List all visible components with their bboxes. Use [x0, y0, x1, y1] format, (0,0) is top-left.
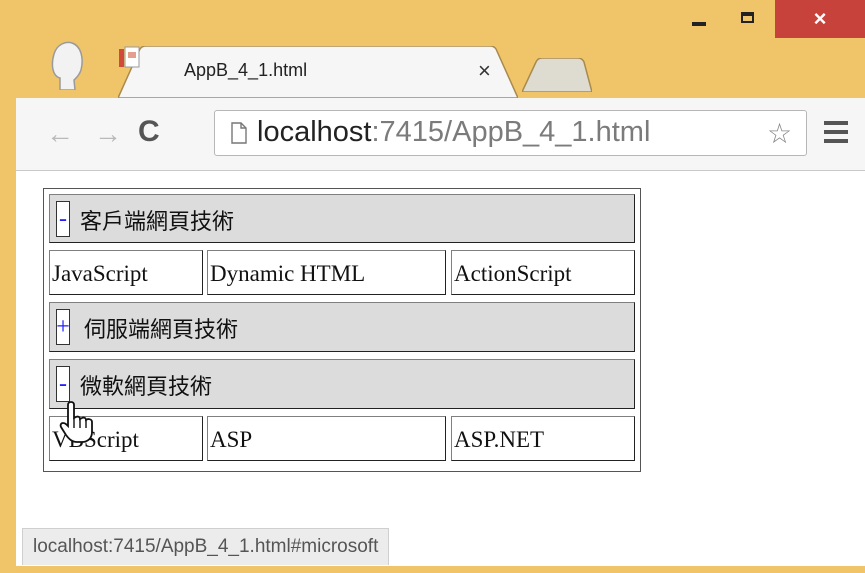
maximize-button[interactable] — [726, 0, 768, 34]
url-host: localhost — [257, 116, 372, 148]
group-header-microsoft: - 微軟網頁技術 — [49, 359, 635, 409]
browser-toolbar: ← → C localhost:7415/AppB_4_1.html ☆ — [16, 98, 865, 171]
group-title-server: 伺服端網頁技術 — [84, 318, 239, 343]
back-arrow-icon[interactable]: ← — [46, 118, 74, 150]
collapse-toggle-client[interactable]: - — [56, 201, 70, 237]
item-javascript: JavaScript — [52, 261, 148, 286]
item-dhtml: Dynamic HTML — [210, 261, 366, 286]
group-header-server: + 伺服端網頁技術 — [49, 302, 635, 352]
tab-active[interactable]: AppB_4_1.html × — [118, 46, 518, 98]
table-cell: ActionScript — [451, 250, 635, 295]
reload-icon[interactable]: C — [138, 115, 160, 149]
profile-avatar-icon[interactable] — [48, 40, 90, 90]
item-asp: ASP — [210, 427, 253, 452]
expand-toggle-server[interactable]: + — [56, 309, 70, 345]
maximize-icon — [740, 11, 754, 23]
forward-arrow-icon[interactable]: → — [94, 118, 122, 150]
table-cell: ASP — [207, 416, 446, 461]
menu-icon[interactable] — [824, 121, 848, 148]
item-aspnet: ASP.NET — [454, 427, 545, 452]
status-bar-url: localhost:7415/AppB_4_1.html#microsoft — [22, 528, 390, 565]
url-text[interactable]: localhost:7415/AppB_4_1.html — [257, 116, 650, 149]
tab-title: AppB_4_1.html — [184, 60, 308, 80]
item-actionscript: ActionScript — [454, 261, 572, 286]
table-cell: ASP.NET — [451, 416, 635, 461]
new-tab-button[interactable] — [522, 58, 592, 92]
group-title-microsoft: 微軟網頁技術 — [80, 375, 213, 400]
html-file-icon — [119, 46, 140, 68]
close-window-button[interactable]: × — [775, 0, 865, 38]
minimize-button[interactable] — [678, 0, 720, 34]
minimize-icon — [692, 22, 706, 26]
page-viewport: - 客戶端網頁技術 JavaScript Dynamic HTML Action… — [16, 171, 865, 566]
page-icon — [231, 122, 247, 144]
bookmark-star-icon[interactable]: ☆ — [767, 117, 792, 150]
collapse-toggle-microsoft[interactable]: - — [56, 366, 70, 402]
group-header-client: - 客戶端網頁技術 — [49, 194, 635, 243]
tab-close-button[interactable]: × — [478, 58, 491, 84]
address-bar[interactable]: localhost:7415/AppB_4_1.html ☆ — [214, 110, 807, 156]
tech-table: - 客戶端網頁技術 JavaScript Dynamic HTML Action… — [43, 188, 641, 472]
group-title-client: 客戶端網頁技術 — [80, 210, 235, 235]
url-path: :7415/AppB_4_1.html — [371, 116, 651, 148]
hand-pointer-cursor-icon — [59, 401, 93, 443]
table-cell: JavaScript — [49, 250, 203, 295]
tab-shape — [118, 46, 518, 98]
table-cell: Dynamic HTML — [207, 250, 446, 295]
browser-window: × AppB_4_1.html × ← → C localhost:7415/A… — [0, 0, 865, 573]
